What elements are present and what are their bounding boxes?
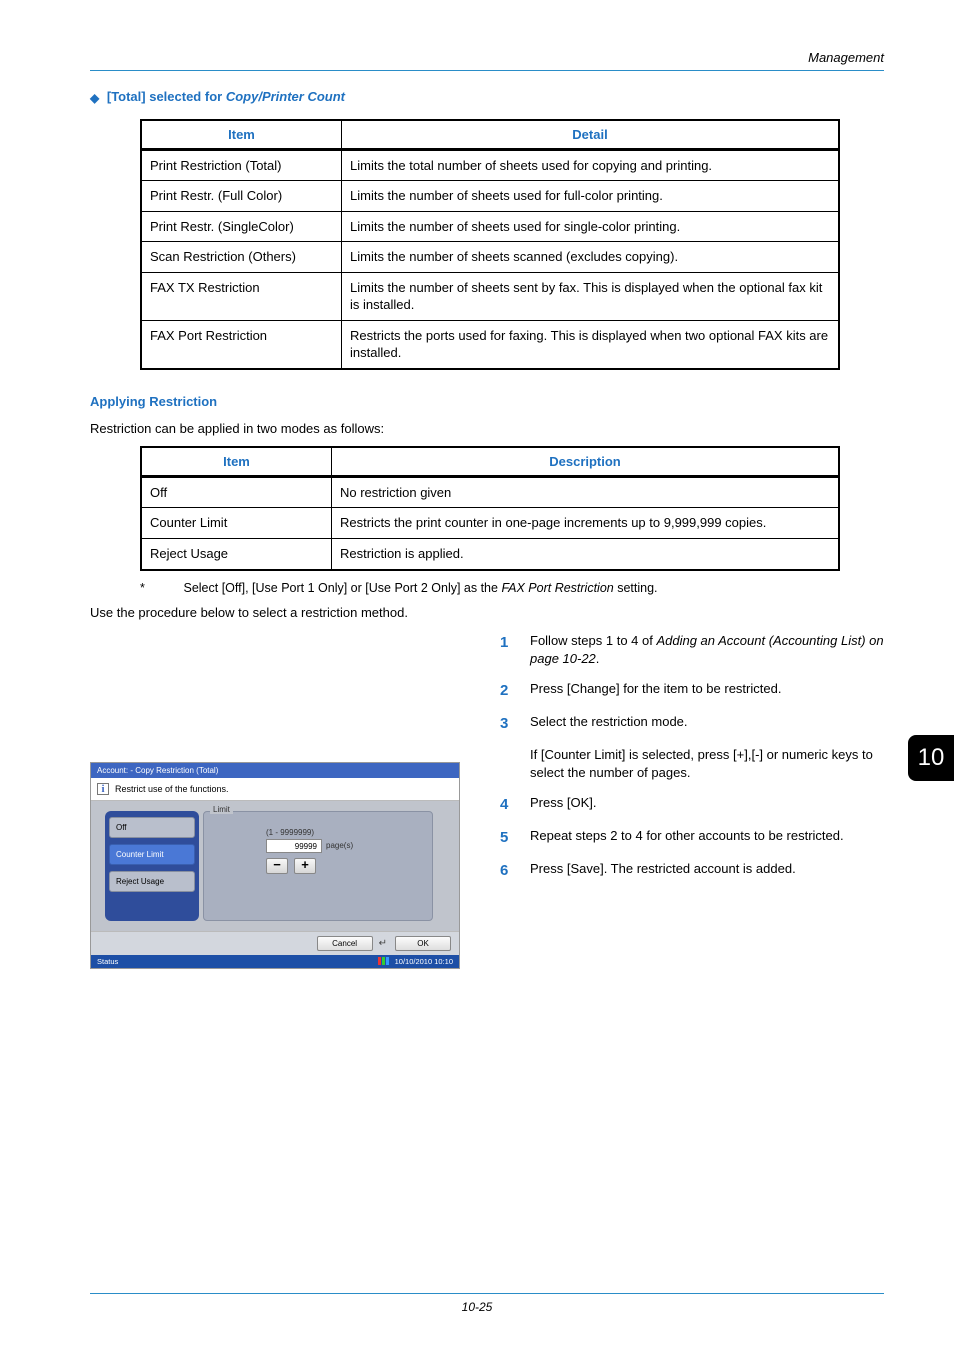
option-column: Off Counter Limit Reject Usage bbox=[105, 811, 199, 921]
dialog-screenshot: Account: - Copy Restriction (Total) i Re… bbox=[90, 632, 470, 969]
cell: Restricts the ports used for faxing. Thi… bbox=[342, 320, 838, 368]
cell: Limits the number of sheets used for ful… bbox=[342, 180, 838, 211]
col-description: Description bbox=[332, 448, 838, 477]
table-row: OffNo restriction given bbox=[142, 477, 838, 508]
step-text: Press [Change] for the item to be restri… bbox=[530, 680, 884, 698]
cell: FAX Port Restriction bbox=[142, 320, 342, 368]
cancel-button[interactable]: Cancel bbox=[317, 936, 373, 951]
lead-text: Use the procedure below to select a rest… bbox=[90, 605, 884, 620]
step-number: 3 bbox=[500, 713, 530, 734]
step-6: 6 Press [Save]. The restricted account i… bbox=[500, 860, 884, 881]
copy-restriction-dialog: Account: - Copy Restriction (Total) i Re… bbox=[90, 762, 460, 969]
step-1: 1 Follow steps 1 to 4 of Adding an Accou… bbox=[500, 632, 884, 668]
cell: Limits the number of sheets scanned (exc… bbox=[342, 241, 838, 272]
section2-heading: Applying Restriction bbox=[90, 394, 884, 409]
step-number: 4 bbox=[500, 794, 530, 815]
table-row: FAX TX RestrictionLimits the number of s… bbox=[142, 272, 838, 320]
step-text: . bbox=[596, 651, 600, 666]
table-row: Scan Restriction (Others)Limits the numb… bbox=[142, 241, 838, 272]
limit-unit: page(s) bbox=[326, 841, 353, 850]
step-text: Follow steps 1 to 4 of bbox=[530, 633, 656, 648]
section1-heading: ◆ [Total] selected for Copy/Printer Coun… bbox=[90, 89, 884, 105]
cell: Restriction is applied. bbox=[332, 538, 838, 569]
cell: Scan Restriction (Others) bbox=[142, 241, 342, 272]
limit-label: Limit bbox=[210, 805, 233, 814]
step-text: Press [Save]. The restricted account is … bbox=[530, 860, 884, 878]
step-number: 1 bbox=[500, 632, 530, 653]
cell: Print Restr. (SingleColor) bbox=[142, 211, 342, 242]
minus-button[interactable]: − bbox=[266, 858, 288, 874]
step3-note: If [Counter Limit] is selected, press [+… bbox=[530, 746, 884, 782]
status-icons bbox=[378, 957, 389, 965]
cell: Print Restr. (Full Color) bbox=[142, 180, 342, 211]
table-row: Print Restr. (Full Color)Limits the numb… bbox=[142, 180, 838, 211]
section2-intro: Restriction can be applied in two modes … bbox=[90, 421, 884, 436]
table-row: Reject UsageRestriction is applied. bbox=[142, 538, 838, 569]
dialog-info: i Restrict use of the functions. bbox=[91, 778, 459, 801]
step-number: 2 bbox=[500, 680, 530, 701]
step-text: Select the restriction mode. bbox=[530, 713, 884, 731]
table-total-selected: Item Detail Print Restriction (Total)Lim… bbox=[140, 119, 840, 370]
option-counter-limit-button[interactable]: Counter Limit bbox=[109, 844, 195, 865]
limit-range: (1 - 9999999) bbox=[266, 828, 424, 837]
limit-value-input[interactable]: 99999 bbox=[266, 839, 322, 853]
dialog-info-text: Restrict use of the functions. bbox=[115, 784, 229, 794]
chapter-badge: 10 bbox=[908, 735, 954, 781]
cell: Counter Limit bbox=[142, 507, 332, 538]
table-row: Print Restriction (Total)Limits the tota… bbox=[142, 150, 838, 181]
footnote-text: setting. bbox=[614, 581, 658, 595]
cell: Limits the total number of sheets used f… bbox=[342, 150, 838, 181]
table-applying-restriction: Item Description OffNo restriction given… bbox=[140, 446, 840, 571]
dialog-titlebar: Account: - Copy Restriction (Total) bbox=[91, 763, 459, 778]
footnote-star: * bbox=[140, 581, 180, 595]
enter-icon: ↵ bbox=[379, 938, 387, 949]
cell: Off bbox=[142, 477, 332, 508]
dialog-status-bar: Status 10/10/2010 10:10 bbox=[91, 955, 459, 968]
footer-rule bbox=[90, 1293, 884, 1294]
table-row: Print Restr. (SingleColor)Limits the num… bbox=[142, 211, 838, 242]
footnote: * Select [Off], [Use Port 1 Only] or [Us… bbox=[140, 581, 884, 595]
plus-button[interactable]: + bbox=[294, 858, 316, 874]
footnote-text: Select [Off], [Use Port 1 Only] or [Use … bbox=[183, 581, 501, 595]
cell: Limits the number of sheets used for sin… bbox=[342, 211, 838, 242]
cell: Restricts the print counter in one-page … bbox=[332, 507, 838, 538]
header-rule bbox=[90, 70, 884, 71]
step-number: 6 bbox=[500, 860, 530, 881]
steps-list-continued: 4 Press [OK]. 5 Repeat steps 2 to 4 for … bbox=[500, 794, 884, 881]
option-off-button[interactable]: Off bbox=[109, 817, 195, 838]
step-5: 5 Repeat steps 2 to 4 for other accounts… bbox=[500, 827, 884, 848]
step-number: 5 bbox=[500, 827, 530, 848]
step-4: 4 Press [OK]. bbox=[500, 794, 884, 815]
step-3: 3 Select the restriction mode. bbox=[500, 713, 884, 734]
col-detail: Detail bbox=[342, 121, 838, 150]
ok-button[interactable]: OK bbox=[395, 936, 451, 951]
cell: No restriction given bbox=[332, 477, 838, 508]
status-label[interactable]: Status bbox=[97, 957, 118, 966]
col-item: Item bbox=[142, 448, 332, 477]
diamond-icon: ◆ bbox=[90, 91, 99, 105]
cell: Limits the number of sheets sent by fax.… bbox=[342, 272, 838, 320]
cell: Reject Usage bbox=[142, 538, 332, 569]
cell: Print Restriction (Total) bbox=[142, 150, 342, 181]
status-datetime: 10/10/2010 10:10 bbox=[395, 957, 453, 966]
table-row: Counter LimitRestricts the print counter… bbox=[142, 507, 838, 538]
running-header: Management bbox=[808, 50, 884, 65]
step-text: Repeat steps 2 to 4 for other accounts t… bbox=[530, 827, 884, 845]
limit-pane: Limit (1 - 9999999) 99999 page(s) − + bbox=[203, 811, 433, 921]
table-row: FAX Port RestrictionRestricts the ports … bbox=[142, 320, 838, 368]
page-number: 10-25 bbox=[0, 1300, 954, 1314]
steps-list: 1 Follow steps 1 to 4 of Adding an Accou… bbox=[500, 632, 884, 734]
option-reject-usage-button[interactable]: Reject Usage bbox=[109, 871, 195, 892]
info-icon: i bbox=[97, 783, 109, 795]
cell: FAX TX Restriction bbox=[142, 272, 342, 320]
col-item: Item bbox=[142, 121, 342, 150]
step-text: Press [OK]. bbox=[530, 794, 884, 812]
step-2: 2 Press [Change] for the item to be rest… bbox=[500, 680, 884, 701]
dialog-footer: Cancel ↵ OK bbox=[91, 931, 459, 955]
footnote-ital: FAX Port Restriction bbox=[501, 581, 613, 595]
